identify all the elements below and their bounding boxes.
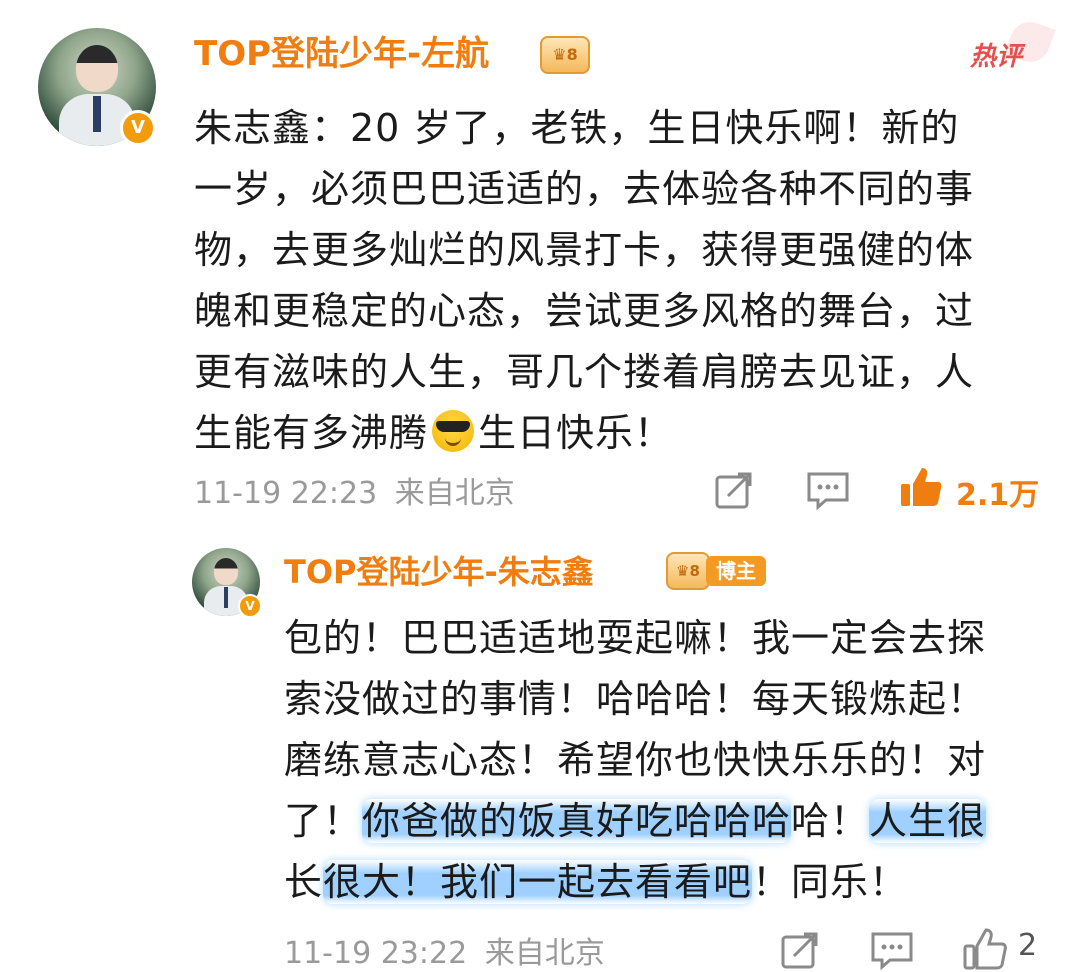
reply-author[interactable]: TOP登陆少年-朱志鑫: [284, 550, 594, 594]
hot-comment-tag: 热评: [970, 42, 1023, 72]
highlighted-text: 你爸做的饭真好吃哈哈哈: [362, 799, 792, 843]
highlighted-text: 人生很: [869, 799, 987, 843]
reply-text: 包的！巴巴适适地耍起嘛！我一定会去探 索没做过的事情！哈哈哈！每天锻炼起！ 磨练…: [284, 616, 987, 904]
verified-icon: V: [120, 110, 156, 146]
comment-timestamp: 11-19 22:23 来自北京: [194, 476, 515, 511]
sunglasses-emoji-icon: [432, 410, 475, 452]
fan-badge-icon: ♛8: [540, 36, 590, 74]
reply-verified-icon: V: [238, 594, 262, 618]
share-icon[interactable]: [714, 470, 754, 510]
blogger-tag: 博主: [706, 556, 766, 586]
comment-text: 朱志鑫：20 岁了，老铁，生日快乐啊！新的 一岁，必须巴巴适适的，去体验各种不同…: [194, 106, 975, 455]
like-icon[interactable]: [898, 464, 944, 510]
reply-timestamp: 11-19 23:22 来自北京: [284, 936, 605, 971]
reply-comment-icon[interactable]: [870, 930, 914, 970]
highlighted-text: 很大！我们一起去看看吧: [323, 860, 753, 904]
reply-like-count: 2: [1018, 928, 1038, 963]
like-count: 2.1万: [956, 478, 1040, 513]
reply-share-icon[interactable]: [780, 930, 820, 970]
reply-fan-badge-icon: ♛8: [666, 552, 710, 590]
comment-author[interactable]: TOP登陆少年-左航: [194, 32, 489, 76]
comment-icon[interactable]: [806, 470, 850, 510]
reply-like-icon[interactable]: [962, 926, 1008, 972]
